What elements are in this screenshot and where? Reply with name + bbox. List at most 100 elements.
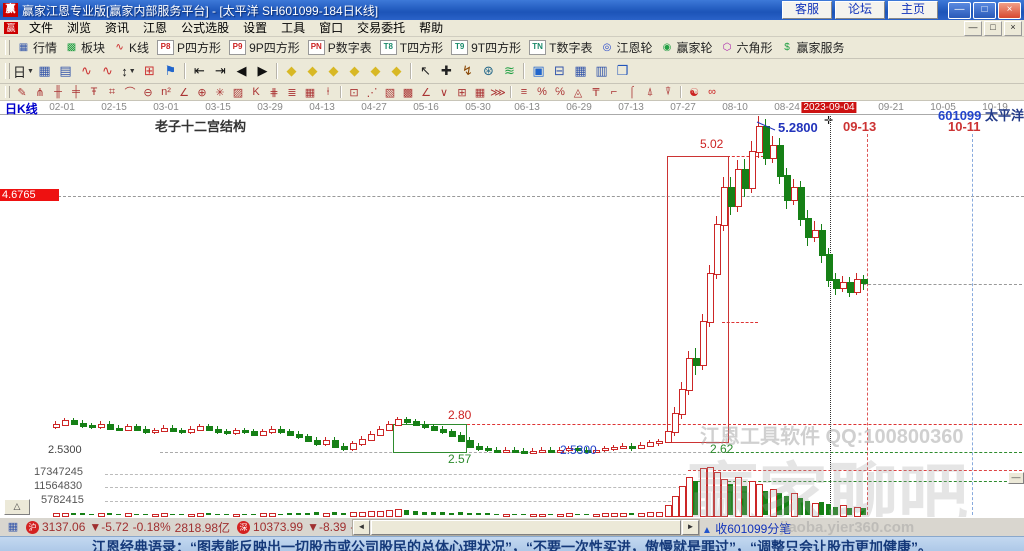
flag-j-tool[interactable]: ⌐ — [605, 85, 623, 99]
last-bar-button[interactable]: ⇥ — [210, 61, 231, 81]
order-delivery-icon[interactable]: ❒ — [612, 61, 633, 81]
menu-帮助[interactable]: 帮助 — [412, 20, 450, 36]
k-mark-tool[interactable]: Κ — [247, 85, 265, 99]
percent-retrace-tool[interactable]: ℅ — [551, 85, 569, 99]
titlebar-button-3[interactable]: 主页 — [887, 1, 938, 19]
angle-line-tool[interactable]: Ŧ — [85, 85, 103, 99]
menu-设置[interactable]: 设置 — [236, 20, 274, 36]
gann-diamond-4-button[interactable]: ◆ — [344, 61, 365, 81]
gann-diamond-5-button[interactable]: ◆ — [365, 61, 386, 81]
sector-button[interactable]: ▩ 板块 — [61, 38, 109, 57]
fib-time-tool[interactable]: ⍋ — [641, 85, 659, 99]
tick-data-link[interactable]: ▲ 收601099分笔 — [702, 520, 791, 537]
starburst-tool[interactable]: ✳ — [211, 85, 229, 99]
levels-tool[interactable]: ≡ — [515, 85, 533, 99]
mini-trend2-icon[interactable]: ∿ — [97, 61, 118, 81]
t-number-table-button[interactable]: TN T数字表 — [525, 38, 596, 57]
wave-tool-button[interactable]: ≋ — [499, 61, 520, 81]
mdi-restore-button[interactable]: □ — [984, 20, 1002, 36]
angle-measure-tool[interactable]: ∠ — [175, 85, 193, 99]
scroll-left-arrow[interactable]: ◄ — [353, 520, 370, 535]
mini-trend-icon[interactable]: ∿ — [76, 61, 97, 81]
check-tool[interactable]: ∨ — [435, 85, 453, 99]
bar-pair-tool[interactable]: ⍿ — [319, 85, 337, 99]
quote-board-button[interactable]: ▦ 行情 — [13, 38, 61, 57]
menu-江恩[interactable]: 江恩 — [136, 20, 174, 36]
scrollbar-thumb[interactable] — [371, 520, 681, 535]
time-band-tool[interactable]: ⋕ — [265, 85, 283, 99]
chart-window-icon[interactable]: ▦ — [34, 61, 55, 81]
close-button[interactable]: × — [998, 1, 1021, 19]
p9-square-button[interactable]: P9 9P四方形 — [225, 38, 304, 57]
kline-chart[interactable]: 02-01 02-15 03-01 03-15 03-29 04-13 04-27 05-16… — [0, 101, 1024, 517]
price-band-tool[interactable]: ≣ — [283, 85, 301, 99]
p-square-button[interactable]: P8 P四方形 — [153, 38, 225, 57]
flag-f-tool[interactable]: ⌠ — [623, 85, 641, 99]
calculator-icon[interactable]: ⊟ — [549, 61, 570, 81]
quote-list-icon[interactable]: ▤ — [55, 61, 76, 81]
measure-tool-button[interactable]: ↯ — [457, 61, 478, 81]
grid3-tool[interactable]: ▦ — [471, 85, 489, 99]
price-label-tool[interactable]: ₸ — [587, 85, 605, 99]
hand-tool-button[interactable]: ↖ — [415, 61, 436, 81]
wave-lines-tool[interactable]: ⋙ — [489, 85, 507, 99]
winner-service-button[interactable]: $ 赢家服务 — [777, 38, 849, 57]
gann-wheel-button[interactable]: ◎ 江恩轮 — [596, 38, 656, 57]
mdi-close-button[interactable]: × — [1004, 20, 1022, 36]
kline-style-icon[interactable]: ⊞ — [139, 61, 160, 81]
grid2-tool[interactable]: ⊞ — [453, 85, 471, 99]
save-layout-icon[interactable]: ▥ — [591, 61, 612, 81]
kline-button[interactable]: ∿ K线 — [109, 38, 153, 57]
golden-section-tool[interactable]: ◬ — [569, 85, 587, 99]
p-number-table-button[interactable]: PN P数字表 — [304, 38, 376, 57]
gann-diamond-3-button[interactable]: ◆ — [323, 61, 344, 81]
draw-pen-tool[interactable]: ✎ — [13, 85, 31, 99]
titlebar-button-2[interactable]: 论坛 — [834, 1, 885, 19]
cycle2-tool[interactable]: ⍒ — [659, 85, 677, 99]
t9-square-button[interactable]: T9 9T四方形 — [447, 38, 525, 57]
t-square-button[interactable]: T8 T四方形 — [376, 38, 447, 57]
crosshair-tool-button[interactable]: ✚ — [436, 61, 457, 81]
yinyang-icon[interactable]: ☯ — [685, 85, 703, 99]
rect-tool[interactable]: ⊡ — [345, 85, 363, 99]
restore-button[interactable]: □ — [973, 1, 996, 19]
infinity-icon[interactable]: ∞ — [703, 85, 721, 99]
data-table-icon[interactable]: ▦ — [570, 61, 591, 81]
full-grid-tool[interactable]: ▦ — [301, 85, 319, 99]
menu-文件[interactable]: 文件 — [22, 20, 60, 36]
shade-tool[interactable]: ▧ — [381, 85, 399, 99]
trend-angle-tool[interactable]: ∠ — [417, 85, 435, 99]
square-n2-tool[interactable]: n² — [157, 85, 175, 99]
arc-tool[interactable]: ⌒ — [121, 85, 139, 99]
menu-交易委托[interactable]: 交易委托 — [350, 20, 412, 36]
fib-circle-tool[interactable]: ⊖ — [139, 85, 157, 99]
gann-diamond-6-button[interactable]: ◆ — [386, 61, 407, 81]
gann-box-tool[interactable]: ╫ — [49, 85, 67, 99]
menu-窗口[interactable]: 窗口 — [312, 20, 350, 36]
percent-tool[interactable]: % — [533, 85, 551, 99]
gann-diamond-2-button[interactable]: ◆ — [302, 61, 323, 81]
hexagon-button[interactable]: ⬡ 六角形 — [717, 38, 777, 57]
channel-tool[interactable]: ▩ — [399, 85, 417, 99]
gann-diamond-1-button[interactable]: ◆ — [281, 61, 302, 81]
cycle-tool-button[interactable]: ⊛ — [478, 61, 499, 81]
wheel-mini-tool[interactable]: ⊕ — [193, 85, 211, 99]
ray-tool[interactable]: ⋰ — [363, 85, 381, 99]
menu-公式选股[interactable]: 公式选股 — [174, 20, 236, 36]
pane-collapse-button[interactable]: — — [1008, 472, 1024, 484]
color-flag-icon[interactable]: ⚑ — [160, 61, 181, 81]
pattern-box-tool[interactable]: ▨ — [229, 85, 247, 99]
scale-toggle-dropdown[interactable]: ↕ ▼ — [118, 61, 139, 81]
period-day-dropdown[interactable]: 日 ▼ — [13, 61, 34, 81]
first-bar-button[interactable]: ⇤ — [189, 61, 210, 81]
horizontal-scrollbar[interactable]: ◄ ► — [352, 519, 700, 536]
winner-wheel-button[interactable]: ◉ 赢家轮 — [656, 38, 716, 57]
volume-pane-toggle-button[interactable]: △ — [4, 499, 30, 515]
prev-bar-button[interactable]: ◀ — [231, 61, 252, 81]
menu-工具[interactable]: 工具 — [274, 20, 312, 36]
next-bar-button[interactable]: ▶ — [252, 61, 273, 81]
menu-浏览[interactable]: 浏览 — [60, 20, 98, 36]
board-grid-icon[interactable]: ▦ — [6, 521, 20, 533]
titlebar-button-1[interactable]: 客服 — [781, 1, 832, 19]
minimize-button[interactable]: — — [948, 1, 971, 19]
